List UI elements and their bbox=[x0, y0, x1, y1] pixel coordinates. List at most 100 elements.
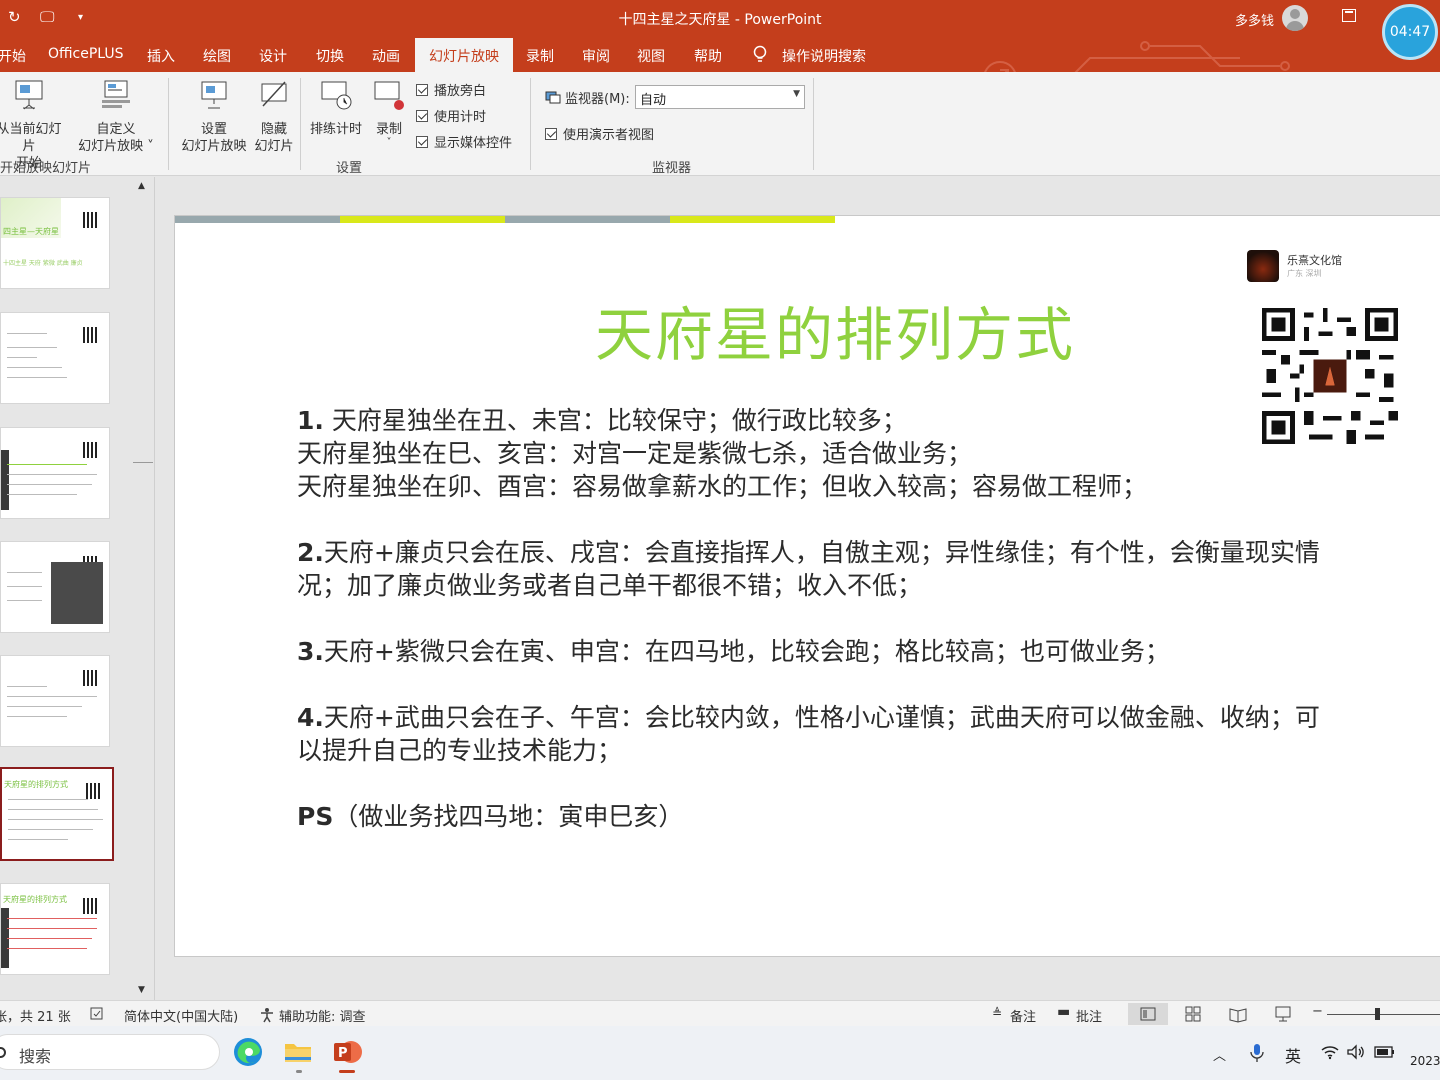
line-text: 以提升自己的专业技术能力； bbox=[297, 736, 623, 765]
body-line-3[interactable]: 天府星独坐在卯、酉宫：容易做拿薪水的工作；但收入较高；容易做工程师； bbox=[297, 470, 1147, 503]
system-date[interactable]: 2023 bbox=[1410, 1054, 1440, 1068]
comments-button[interactable]: 批注 bbox=[1076, 1006, 1102, 1025]
tab-insert[interactable]: 插入 bbox=[147, 46, 175, 66]
scroll-thumb[interactable] bbox=[133, 462, 153, 463]
body-line-6[interactable]: 3.天府+紫微只会在寅、申宫：在四马地，比较会跑；格比较高；也可做业务； bbox=[297, 635, 1170, 668]
play-narrations-checkbox[interactable]: 播放旁白 bbox=[416, 80, 486, 99]
slide-thumbnail[interactable]: 四主星—天府星 十四主星 天府 紫微 武曲 廉贞 bbox=[0, 197, 110, 289]
slide-thumbnail[interactable]: 天府星的排列方式 bbox=[0, 883, 110, 975]
slide-thumbnail[interactable] bbox=[0, 427, 110, 519]
body-line-9[interactable]: PS（做业务找四马地：寅申巳亥） bbox=[297, 800, 683, 833]
record-dropdown[interactable]: ˅ bbox=[368, 138, 410, 148]
input-method-indicator[interactable]: 英 bbox=[1285, 1043, 1301, 1067]
custom-show-button[interactable]: 自定义 幻灯片放映 ˅ bbox=[74, 78, 158, 155]
checkbox-checked[interactable] bbox=[545, 128, 557, 140]
line-text: 天府星独坐在巳、亥宫：对宫一定是紫微七杀，适合做业务； bbox=[297, 439, 973, 468]
slide-thumbnail[interactable] bbox=[0, 655, 110, 747]
slideshow-view-button[interactable] bbox=[1263, 1003, 1303, 1025]
top-bar-segment bbox=[505, 216, 670, 223]
tab-view[interactable]: 视图 bbox=[637, 46, 665, 66]
language-status[interactable]: 简体中文(中国大陆) bbox=[124, 1006, 238, 1025]
user-name[interactable]: 多多钱 bbox=[1235, 10, 1274, 29]
brand-location: 广东 深圳 bbox=[1287, 269, 1322, 278]
tab-transitions[interactable]: 切换 bbox=[316, 46, 344, 66]
body-line-1[interactable]: 1. 天府星独坐在丑、未宫：比较保守；做行政比较多； bbox=[297, 404, 907, 437]
zoom-slider[interactable] bbox=[1327, 1014, 1440, 1015]
line-text: 天府+廉贞只会在辰、戌宫：会直接指挥人，自傲主观；异性缘佳；有个性，会衡量现实情 bbox=[323, 538, 1320, 567]
notes-icon: ≜ bbox=[992, 1006, 1003, 1020]
thumbnail-image bbox=[1, 450, 9, 510]
slide-sorter-button[interactable] bbox=[1173, 1003, 1213, 1025]
tab-review[interactable]: 审阅 bbox=[582, 46, 610, 66]
setup-slideshow-button[interactable]: 设置 幻灯片放映 bbox=[178, 78, 250, 155]
scroll-up-icon[interactable]: ▲ bbox=[138, 181, 145, 191]
line-text: 天府星独坐在卯、酉宫：容易做拿薪水的工作；但收入较高；容易做工程师； bbox=[297, 472, 1148, 501]
group-label-setup: 设置 bbox=[336, 161, 363, 176]
taskbar-search[interactable]: 搜索 bbox=[0, 1034, 220, 1070]
tab-record[interactable]: 录制 bbox=[526, 46, 554, 66]
item-number: 2. bbox=[297, 538, 324, 567]
avatar[interactable] bbox=[1282, 5, 1308, 31]
zoom-out-icon[interactable]: − bbox=[1312, 1004, 1323, 1019]
body-line-5[interactable]: 况；加了廉贞做业务或者自己单干都很不错；收入不低； bbox=[297, 569, 922, 602]
microphone-icon[interactable] bbox=[1250, 1043, 1264, 1063]
zoom-slider-thumb[interactable] bbox=[1375, 1008, 1380, 1020]
group-label-monitor: 监视器 bbox=[652, 161, 692, 176]
rehearse-timings-button[interactable]: 排练计时 bbox=[306, 78, 366, 138]
hide-slide-button[interactable]: 隐藏 幻灯片 bbox=[252, 78, 296, 155]
battery-icon[interactable] bbox=[1374, 1046, 1396, 1058]
show-media-controls-checkbox[interactable]: 显示媒体控件 bbox=[416, 132, 512, 151]
wifi-icon[interactable] bbox=[1320, 1044, 1340, 1060]
text-line bbox=[7, 938, 92, 939]
slide-title[interactable]: 天府星的排列方式 bbox=[595, 288, 1075, 372]
use-timings-checkbox[interactable]: 使用计时 bbox=[416, 106, 486, 125]
tab-draw[interactable]: 绘图 bbox=[203, 46, 231, 66]
speaker-icon[interactable] bbox=[1346, 1044, 1366, 1060]
tell-me-search[interactable]: 操作说明搜索 bbox=[782, 46, 866, 66]
notes-button[interactable]: 备注 bbox=[1010, 1006, 1036, 1025]
search-icon bbox=[0, 1047, 6, 1058]
tab-slideshow[interactable]: 幻灯片放映 bbox=[415, 38, 513, 72]
slide-thumbnail[interactable] bbox=[0, 312, 110, 404]
comments-icon: ▬ bbox=[1057, 1004, 1071, 1020]
record-button[interactable]: 录制 ˅ bbox=[368, 78, 410, 148]
line-text: 天府+武曲只会在子、午宫：会比较内敛，性格小心谨慎；武曲天府可以做金融、收纳；可 bbox=[323, 703, 1320, 732]
current-slide[interactable]: 乐熹文化馆 广东 深圳 天府星的排列方式 1. 天府星独坐在丑、未宫：比较保守；… bbox=[174, 215, 1440, 957]
monitor-select[interactable]: 自动 ▼ bbox=[635, 85, 805, 109]
powerpoint-icon[interactable]: P bbox=[331, 1036, 363, 1068]
tab-home[interactable]: 开始 bbox=[0, 46, 26, 66]
tab-animations[interactable]: 动画 bbox=[372, 46, 400, 66]
chevron-down-icon: ▼ bbox=[793, 89, 800, 99]
reading-view-button[interactable] bbox=[1218, 1003, 1258, 1025]
text-line bbox=[7, 377, 67, 378]
body-line-7[interactable]: 4.天府+武曲只会在子、午宫：会比较内敛，性格小心谨慎；武曲天府可以做金融、收纳… bbox=[297, 701, 1320, 734]
slide-thumbnail[interactable] bbox=[0, 541, 110, 633]
tab-help[interactable]: 帮助 bbox=[694, 46, 722, 66]
slide-thumbnail-selected[interactable]: 天府星的排列方式 bbox=[0, 767, 114, 861]
body-line-8[interactable]: 以提升自己的专业技术能力； bbox=[297, 734, 622, 767]
tab-design[interactable]: 设计 bbox=[259, 46, 287, 66]
body-line-4[interactable]: 2.天府+廉贞只会在辰、戌宫：会直接指挥人，自傲主观；异性缘佳；有个性，会衡量现… bbox=[297, 536, 1320, 569]
use-presenter-view-checkbox[interactable]: 使用演示者视图 bbox=[545, 124, 654, 143]
monitor-label: 监视器(M): bbox=[565, 92, 630, 107]
spelling-check-icon[interactable] bbox=[90, 1007, 104, 1021]
body-line-2[interactable]: 天府星独坐在巳、亥宫：对宫一定是紫微七杀，适合做业务； bbox=[297, 437, 972, 470]
edge-browser-icon[interactable] bbox=[232, 1036, 264, 1068]
text-line bbox=[8, 829, 93, 830]
tab-officeplus[interactable]: OfficePLUS bbox=[48, 46, 124, 62]
checkbox-checked[interactable] bbox=[416, 136, 428, 148]
custom-show-icon bbox=[102, 80, 130, 108]
scroll-down-icon[interactable]: ▼ bbox=[138, 985, 145, 995]
checkbox-checked[interactable] bbox=[416, 84, 428, 96]
hide-slide-icon bbox=[261, 81, 287, 107]
brand-logo bbox=[1247, 250, 1279, 282]
text-line bbox=[8, 809, 98, 810]
thumbnail-scrollbar[interactable]: ▲ ▼ bbox=[133, 177, 153, 1000]
restore-window-icon[interactable] bbox=[1342, 9, 1356, 22]
file-explorer-icon[interactable] bbox=[282, 1036, 314, 1068]
normal-view-button[interactable] bbox=[1128, 1003, 1168, 1025]
item-number: PS bbox=[297, 802, 334, 831]
chevron-up-icon[interactable]: ︿ bbox=[1213, 1045, 1226, 1064]
checkbox-checked[interactable] bbox=[416, 110, 428, 122]
accessibility-status[interactable]: 辅助功能: 调查 bbox=[279, 1006, 366, 1025]
